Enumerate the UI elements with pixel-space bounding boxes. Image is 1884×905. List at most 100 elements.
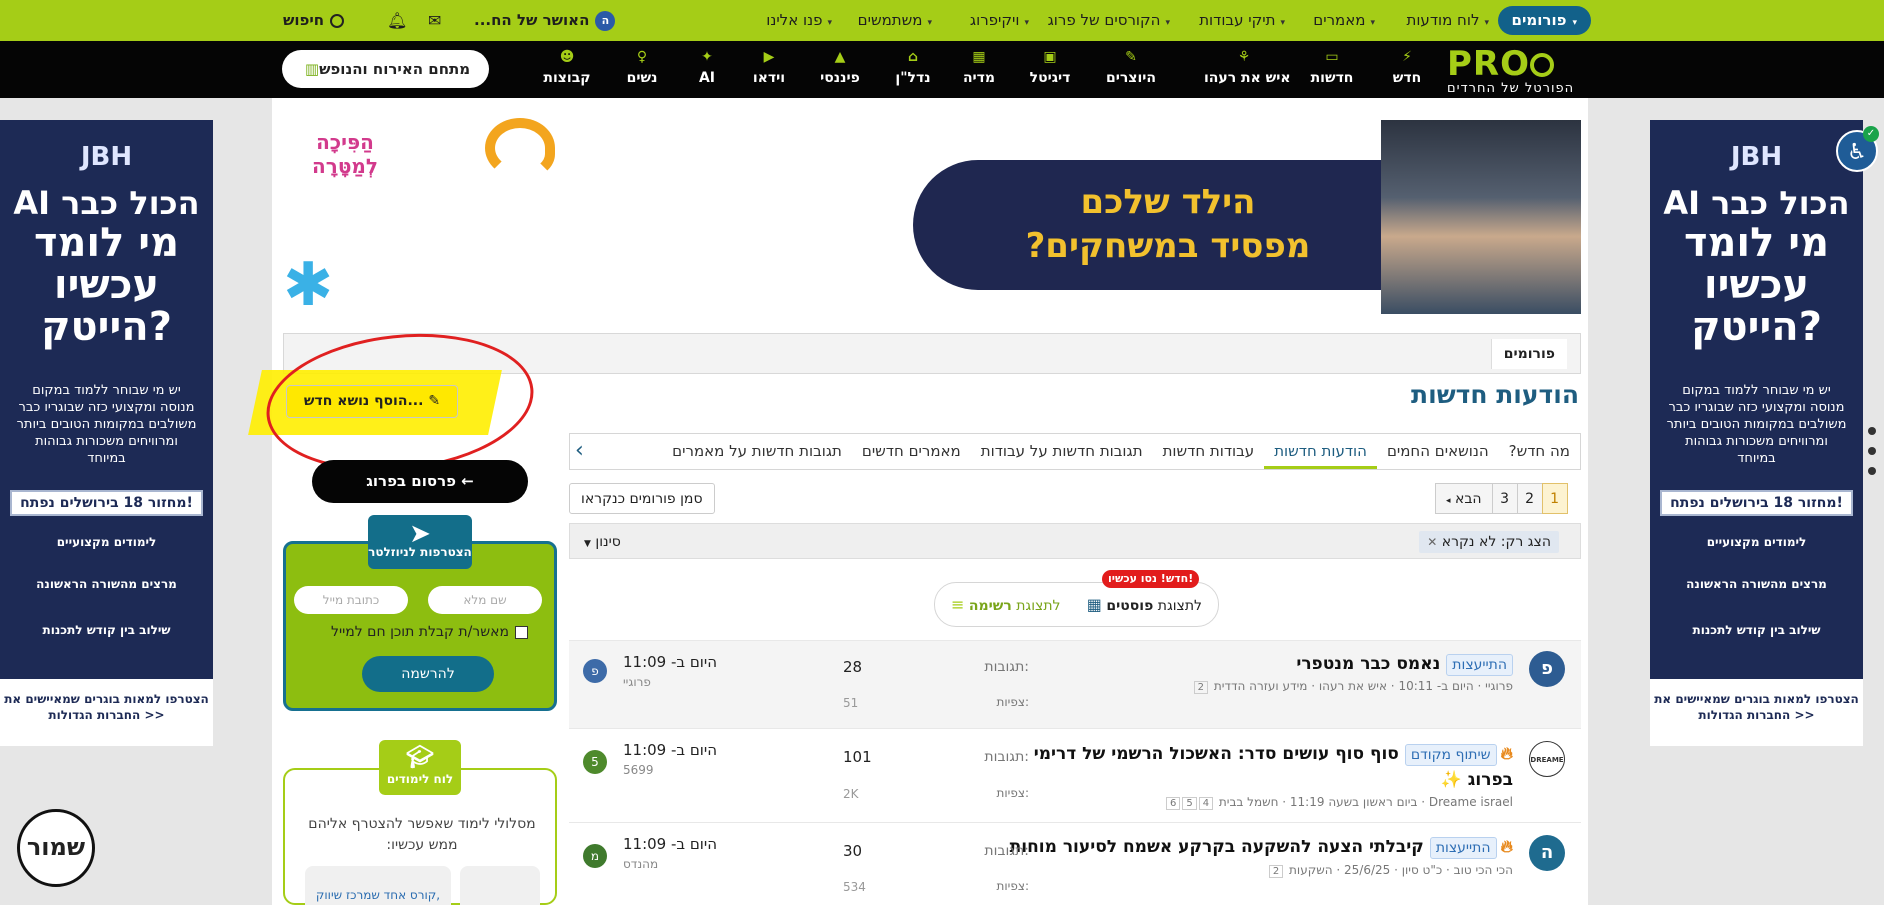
filter-dropdown-button[interactable]: ▼ סינון xyxy=(584,531,621,555)
nav-item-creators[interactable]: ✎ היוצרים xyxy=(1101,46,1161,86)
last-post-user[interactable]: מהנדס xyxy=(623,857,658,871)
thread-row[interactable]: פ התייעצותנאמס כבר מנטפרי פרוגיי · היום … xyxy=(569,640,1581,728)
new-feature-badge: חדש! נסו עכשיו! xyxy=(1102,570,1200,588)
last-post-user[interactable]: פרוגיי xyxy=(623,675,651,689)
topbar-item-wiki[interactable]: ▾ויקיפרוג xyxy=(970,0,1029,41)
nav-item-women[interactable]: ♀ נשים xyxy=(612,46,672,86)
promote-button[interactable]: פרסום בפרוג ← xyxy=(312,460,528,503)
posts-view-button[interactable]: ▦ לתצוגת פוסטים xyxy=(1087,595,1202,614)
last-post-time[interactable]: היום ב- 11:09 xyxy=(623,835,717,853)
tab-hot-topics[interactable]: הנושאים החמים xyxy=(1377,434,1499,469)
tab-new-posts[interactable]: הודעות חדשות xyxy=(1264,434,1377,469)
topbar-item-forums[interactable]: ▾פורומים xyxy=(1497,6,1591,35)
nav-item-digital[interactable]: ▣ דיגיטל xyxy=(1020,46,1080,86)
last-post-time[interactable]: היום ב- 11:09 xyxy=(623,653,717,671)
filter-chip[interactable]: הצג רק: לא נקרא ✕ xyxy=(1419,531,1559,553)
thread-page-link[interactable]: 2 xyxy=(1268,865,1284,878)
shamor-badge[interactable]: שמור xyxy=(17,809,95,887)
topbar-item-articles[interactable]: ▾מאמרים xyxy=(1313,0,1375,41)
brush-icon: ✎ xyxy=(1125,49,1137,65)
page-2[interactable]: 2 xyxy=(1516,483,1543,514)
side-ad-left[interactable]: JBH הכול כבר AI מי לומד עכשיו הייטק? יש … xyxy=(0,120,213,746)
thread-tag[interactable]: שיתוף מקודם xyxy=(1404,744,1497,766)
tab-new-works[interactable]: עבודות חדשות xyxy=(1153,434,1265,469)
thread-title[interactable]: התייעצותנאמס כבר מנטפרי xyxy=(1296,651,1513,677)
newspaper-icon: ▭ xyxy=(1325,49,1339,65)
views-label: צפיות: xyxy=(996,786,1030,800)
tab-article-comments[interactable]: תגובות חדשות על מאמרים xyxy=(662,434,852,469)
image-icon: ▦ xyxy=(972,49,986,65)
banner-headline: הילד שלכם מפסיד במשחקים? xyxy=(1025,182,1311,266)
nav-item-video[interactable]: ▶ וידאו xyxy=(739,46,799,86)
close-icon[interactable]: ✕ xyxy=(1427,535,1437,549)
topbar-item-portfolios[interactable]: ▾תיקי עבודות xyxy=(1199,0,1285,41)
tab-work-comments[interactable]: תגובות חדשות על עבודות xyxy=(971,434,1153,469)
thread-tag[interactable]: התייעצות xyxy=(1446,654,1513,676)
nav-item-ai[interactable]: ✦ AI xyxy=(677,46,737,86)
site-logo[interactable]: PRO הפורטל של החרדים xyxy=(1447,47,1587,96)
newsletter-submit-button[interactable]: להרשמה xyxy=(362,656,494,692)
scroll-dot[interactable] xyxy=(1868,467,1876,475)
thread-page-link[interactable]: 2 xyxy=(1193,681,1208,694)
last-post-user[interactable]: 5699 xyxy=(623,763,654,777)
last-poster-avatar[interactable]: פ xyxy=(583,659,607,683)
topbar-item-classifieds[interactable]: ▾לוח מודעות xyxy=(1406,0,1489,41)
views-count: 534 xyxy=(843,880,866,894)
views-count: 2K xyxy=(843,787,859,801)
newsletter-name-input[interactable]: שם מלא xyxy=(428,586,542,614)
thread-tag[interactable]: התייעצות xyxy=(1429,837,1497,859)
check-icon: ✓ xyxy=(1863,126,1879,142)
last-poster-avatar[interactable]: מ xyxy=(583,844,607,868)
thread-page-link[interactable]: 4 xyxy=(1198,797,1214,810)
tab-whats-new[interactable]: מה חדש? xyxy=(1499,434,1580,469)
study-course-card[interactable]: קורס אחד שמרכז שיווק, xyxy=(305,866,451,905)
study-course-card-2[interactable] xyxy=(460,866,540,905)
thread-page-link[interactable]: 6 xyxy=(1165,797,1181,810)
bell-icon[interactable]: 🔔︎ xyxy=(387,0,407,41)
thread-title[interactable]: 🔥︎התייעצותקיבלתי הצעה להשקעה בקרקע אשמח … xyxy=(1010,834,1513,860)
newsletter-email-input[interactable]: כתובת מייל xyxy=(294,586,408,614)
view-toggle: ▦ לתצוגת פוסטים ≡ לתצוגת רשימה xyxy=(934,582,1219,627)
topbar-item-users[interactable]: ▾משתמשים xyxy=(858,0,932,41)
top-banner-ad[interactable]: הילד שלכם מפסיד במשחקים? xyxy=(913,120,1581,314)
scroll-dot[interactable] xyxy=(1868,427,1876,435)
nav-item-media[interactable]: ▦ מדיה xyxy=(949,46,1009,86)
replies-count: 101 xyxy=(843,748,872,766)
thread-title[interactable]: 🔥︎שיתוף מקודםסוף סוף עושים סדר: האשכול ה… xyxy=(993,741,1513,793)
nav-item-finance[interactable]: ▲ פיננסי xyxy=(810,46,870,86)
side-ad-right[interactable]: JBH הכול כבר AI מי לומד עכשיו הייטק? יש … xyxy=(1650,120,1863,746)
topbar-item-courses[interactable]: ▾הקורסים של פרוג xyxy=(1048,0,1170,41)
tab-new-articles[interactable]: מאמרים חדשים xyxy=(852,434,971,469)
avatar[interactable]: ה xyxy=(1529,835,1565,871)
user-menu[interactable]: ההאושר של הח... xyxy=(474,0,616,41)
scroll-dot[interactable] xyxy=(1868,447,1876,455)
nav-item-new[interactable]: ⚡︎ חדש xyxy=(1377,46,1437,86)
hosting-button[interactable]: ▥מתחם האירוח והנופש xyxy=(282,50,489,88)
last-poster-avatar[interactable]: 5 xyxy=(583,750,607,774)
nav-item-community[interactable]: ⚘ איש את רעהו xyxy=(1204,46,1291,86)
nav-item-news[interactable]: ▭ חדשות xyxy=(1302,46,1362,86)
newsletter-header: ➤ הצטרפות לניוזלטר xyxy=(368,515,472,569)
breadcrumb-item-forums[interactable]: פורומים xyxy=(1490,339,1567,369)
topbar-item-contact[interactable]: ▾פנו אלינו xyxy=(766,0,832,41)
newsletter-consent[interactable]: מאשר/ת קבלת תוכן חם למייל xyxy=(331,624,528,640)
page-3[interactable]: 3 xyxy=(1491,483,1518,514)
banner-brand-logo: הַפִּיכָה לְמַטָּרָה xyxy=(312,130,378,178)
list-view-button[interactable]: ≡ לתצוגת רשימה xyxy=(951,595,1060,614)
paper-plane-icon: ➤ xyxy=(409,519,431,549)
chevron-left-icon[interactable]: ‹ xyxy=(575,440,584,462)
consent-checkbox[interactable] xyxy=(515,625,528,639)
page-1[interactable]: 1 xyxy=(1541,483,1568,514)
mark-forums-read-button[interactable]: סמן פורומים כנקראו xyxy=(569,483,715,514)
inbox-icon[interactable]: ✉ xyxy=(428,0,441,41)
search-button[interactable]: חיפוש xyxy=(283,0,345,41)
thread-row[interactable]: ה 🔥︎התייעצותקיבלתי הצעה להשקעה בקרקע אשמ… xyxy=(569,822,1581,905)
last-post-time[interactable]: היום ב- 11:09 xyxy=(623,741,717,759)
nav-item-realestate[interactable]: ⌂ נדל"ן xyxy=(883,46,943,86)
thread-row[interactable]: DREAME 🔥︎שיתוף מקודםסוף סוף עושים סדר: ה… xyxy=(569,728,1581,822)
thread-page-link[interactable]: 5 xyxy=(1182,797,1197,810)
next-page-button[interactable]: הבא ◂ xyxy=(1435,483,1493,514)
avatar[interactable]: DREAME xyxy=(1529,741,1565,777)
avatar[interactable]: פ xyxy=(1529,651,1565,687)
nav-item-groups[interactable]: ☻ קבוצות xyxy=(537,46,597,86)
